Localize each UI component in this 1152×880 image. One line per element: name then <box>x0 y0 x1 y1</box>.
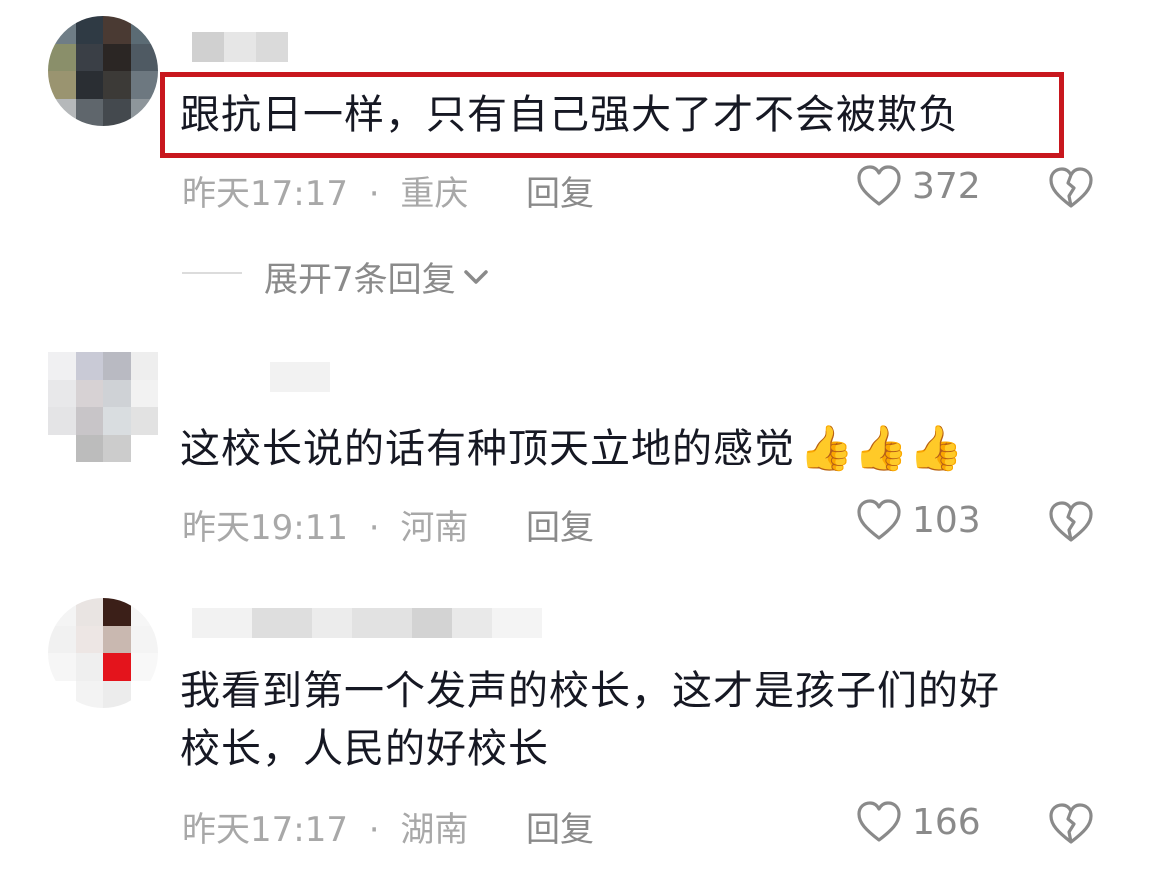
comment-text: 这校长说的话有种顶天立地的感觉 <box>180 426 795 472</box>
heart-outline-icon <box>856 164 902 208</box>
broken-heart-icon <box>1048 802 1094 846</box>
username-blurred[interactable] <box>192 608 542 638</box>
like-count: 103 <box>912 499 981 541</box>
broken-heart-icon <box>1048 166 1094 210</box>
dislike-button[interactable] <box>1048 166 1094 210</box>
reply-button[interactable]: 回复 <box>526 802 594 851</box>
comment-meta: 昨天17:17 · 重庆 <box>182 166 468 215</box>
comment-location: 重庆 <box>400 174 469 214</box>
meta-separator: · <box>368 174 380 214</box>
comment-text: 跟抗日一样，只有自己强大了才不会被欺负 <box>180 92 959 138</box>
expand-replies-button[interactable]: 展开7条回复 <box>264 252 490 301</box>
comment-text-line2: 校长，人民的好校长 <box>180 726 549 772</box>
heart-outline-icon <box>856 800 902 844</box>
meta-separator: · <box>368 508 380 548</box>
comment-time: 昨天17:17 <box>182 174 348 214</box>
chevron-down-icon <box>462 267 490 287</box>
like-button[interactable]: 166 <box>856 800 981 844</box>
like-count: 166 <box>912 801 981 843</box>
like-button[interactable]: 372 <box>856 164 981 208</box>
username-blurred[interactable] <box>270 362 330 392</box>
expand-replies-label: 展开7条回复 <box>264 260 456 300</box>
like-button[interactable]: 103 <box>856 498 981 542</box>
dislike-button[interactable] <box>1048 500 1094 544</box>
dislike-button[interactable] <box>1048 802 1094 846</box>
reply-button[interactable]: 回复 <box>526 500 594 549</box>
avatar[interactable] <box>48 598 158 708</box>
avatar[interactable] <box>48 16 158 126</box>
like-count: 372 <box>912 165 981 207</box>
comment-location: 湖南 <box>400 810 469 850</box>
comment-text-line1: 我看到第一个发声的校长，这才是孩子们的好 <box>180 668 1000 714</box>
comment-meta: 昨天17:17 · 湖南 <box>182 802 468 851</box>
meta-separator: · <box>368 810 380 850</box>
comment-time: 昨天17:17 <box>182 810 348 850</box>
avatar[interactable] <box>48 352 158 462</box>
comment-meta: 昨天19:11 · 河南 <box>182 500 468 549</box>
broken-heart-icon <box>1048 500 1094 544</box>
thumbs-up-emoji: 👍👍👍 <box>799 423 964 474</box>
divider <box>182 272 242 274</box>
comment-time: 昨天19:11 <box>182 508 348 548</box>
reply-button[interactable]: 回复 <box>526 166 594 215</box>
username-blurred[interactable] <box>192 32 288 62</box>
comment-location: 河南 <box>400 508 469 548</box>
comment-content: 这校长说的话有种顶天立地的感觉 👍👍👍 <box>180 420 963 478</box>
heart-outline-icon <box>856 498 902 542</box>
